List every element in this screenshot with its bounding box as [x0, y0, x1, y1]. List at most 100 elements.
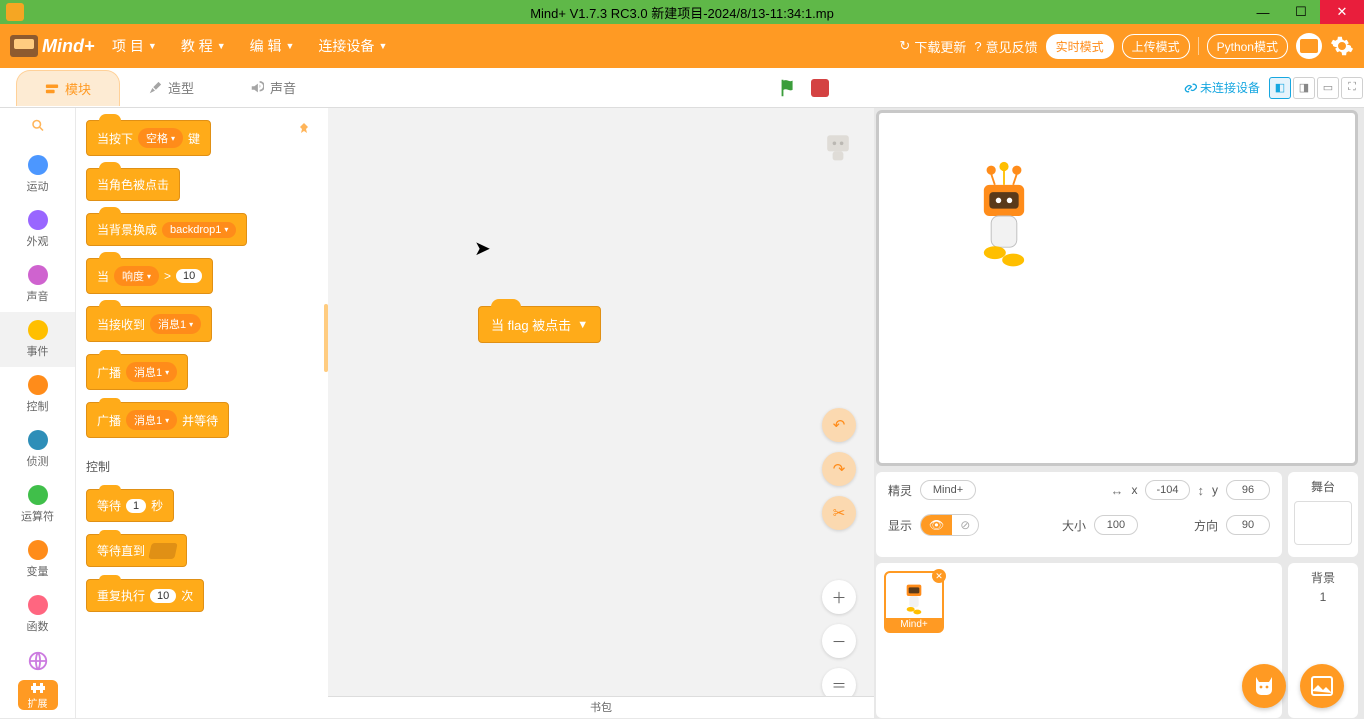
maximize-button[interactable]: ☐ — [1282, 0, 1320, 24]
category-functions[interactable]: 函数 — [0, 587, 75, 642]
events-dot-icon — [28, 320, 48, 340]
functions-dot-icon — [28, 595, 48, 615]
sprite-card[interactable]: ✕ Mind+ — [884, 571, 944, 633]
view-hide-stage[interactable]: ▭ — [1317, 77, 1339, 99]
category-events[interactable]: 事件 — [0, 312, 75, 367]
block-broadcast-wait[interactable]: 广播消息1▾并等待 — [86, 402, 229, 438]
category-sidebar: 运动 外观 声音 事件 控制 侦测 运算符 变量 函数 扩展 — [0, 108, 76, 718]
extension-icon — [30, 681, 46, 695]
block-wait[interactable]: 等待1秒 — [86, 489, 174, 522]
xy-icon: ↔ — [1110, 483, 1123, 498]
stage-sprite-icon — [967, 161, 1041, 271]
avatar-icon — [1300, 39, 1318, 53]
block-broadcast[interactable]: 广播消息1▾ — [86, 354, 188, 390]
category-looks[interactable]: 外观 — [0, 202, 75, 257]
close-button[interactable]: ✕ — [1320, 0, 1364, 24]
extensions-button[interactable]: 扩展 — [18, 680, 58, 710]
block-repeat[interactable]: 重复执行10次 — [86, 579, 204, 612]
zoom-in-button[interactable]: ＋ — [822, 580, 856, 614]
stage-selector[interactable]: 舞台 — [1288, 472, 1358, 557]
menu-edit[interactable]: 编 辑▼ — [238, 30, 307, 62]
right-column: 精灵 Mind+ ↔ x -104 ↕ y 96 显示 👁 ⊘ — [874, 108, 1364, 718]
add-sprite-button[interactable] — [1242, 664, 1286, 708]
green-flag-icon[interactable] — [777, 77, 799, 99]
sprite-name-input[interactable]: Mind+ — [920, 480, 976, 500]
refresh-icon: ↻ — [899, 38, 910, 54]
help-icon: ? — [974, 39, 981, 54]
cat-icon — [1252, 675, 1276, 697]
block-palette: 当按下空格▾键 当角色被点击 当背景换成backdrop1▾ 当响度▾>10 当… — [76, 108, 328, 718]
block-when-sprite-clicked[interactable]: 当角色被点击 — [86, 168, 180, 201]
control-dot-icon — [28, 375, 48, 395]
logo: Mind+ — [10, 31, 100, 61]
download-update-button[interactable]: ↻下载更新 — [899, 37, 966, 56]
link-icon — [1183, 81, 1197, 95]
section-label-control: 控制 — [86, 458, 318, 475]
tab-blocks[interactable]: 模块 — [16, 70, 120, 106]
size-input[interactable]: 100 — [1094, 515, 1138, 535]
eye-icon: 👁 — [921, 515, 952, 535]
workspace-block-when-flag-clicked[interactable]: 当 flag 被点击▼ — [478, 306, 601, 343]
stage[interactable] — [876, 110, 1358, 466]
image-icon — [1311, 676, 1333, 696]
search-icon[interactable] — [28, 118, 48, 133]
delete-sprite-icon[interactable]: ✕ — [932, 569, 946, 583]
block-wait-until[interactable]: 等待直到 — [86, 534, 187, 567]
workspace-watermark-icon — [820, 128, 856, 164]
y-icon: ↕ — [1198, 483, 1205, 498]
cursor-icon: ➤ — [474, 236, 491, 261]
user-avatar[interactable] — [1296, 33, 1322, 59]
mode-upload[interactable]: 上传模式 — [1122, 34, 1190, 59]
tabs-row: 模块 造型 声音 未连接设备 ◧ ◨ ▭ ⛶ — [0, 68, 1364, 108]
mode-python[interactable]: Python模式 — [1207, 34, 1288, 59]
settings-icon[interactable] — [1330, 34, 1354, 58]
view-fullscreen[interactable]: ⛶ — [1341, 77, 1363, 99]
looks-dot-icon — [28, 210, 48, 230]
direction-input[interactable]: 90 — [1226, 515, 1270, 535]
y-input[interactable]: 96 — [1226, 480, 1270, 500]
tab-costume[interactable]: 造型 — [120, 70, 222, 105]
menu-connect[interactable]: 连接设备▼ — [306, 30, 399, 62]
menu-project[interactable]: 项 目▼ — [100, 30, 169, 62]
operators-dot-icon — [28, 485, 48, 505]
cleanup-button[interactable]: ✂ — [822, 496, 856, 530]
category-sound[interactable]: 声音 — [0, 257, 75, 312]
workspace[interactable]: 当 flag 被点击▼ ➤ ↶ ↷ ✂ ＋ － ＝ 书包 — [328, 108, 874, 718]
backpack[interactable]: 书包 — [328, 696, 874, 718]
block-when-backdrop-switches[interactable]: 当背景换成backdrop1▾ — [86, 213, 247, 246]
tab-sound[interactable]: 声音 — [222, 70, 324, 105]
undo-button[interactable]: ↶ — [822, 408, 856, 442]
device-status[interactable]: 未连接设备 — [1183, 79, 1260, 96]
view-small-stage[interactable]: ◧ — [1269, 77, 1291, 99]
block-when-greater-than[interactable]: 当响度▾>10 — [86, 258, 213, 294]
sound-dot-icon — [28, 265, 48, 285]
mode-realtime[interactable]: 实时模式 — [1046, 34, 1114, 59]
sound-icon — [250, 81, 264, 95]
block-when-key-pressed[interactable]: 当按下空格▾键 — [86, 120, 211, 156]
category-motion[interactable]: 运动 — [0, 147, 75, 202]
minimize-button[interactable]: — — [1244, 0, 1282, 24]
category-control[interactable]: 控制 — [0, 367, 75, 422]
x-input[interactable]: -104 — [1145, 480, 1189, 500]
category-operators[interactable]: 运算符 — [0, 477, 75, 532]
sprite-properties: 精灵 Mind+ ↔ x -104 ↕ y 96 显示 👁 ⊘ — [876, 472, 1282, 557]
sprite-thumbnail-icon — [897, 576, 931, 616]
menu-tutorial[interactable]: 教 程▼ — [169, 30, 238, 62]
title-bar: Mind+ V1.7.3 RC3.0 新建项目-2024/8/13-11:34:… — [0, 0, 1364, 24]
zoom-out-button[interactable]: － — [822, 624, 856, 658]
visibility-toggle[interactable]: 👁 ⊘ — [920, 514, 979, 536]
feedback-button[interactable]: ?意见反馈 — [974, 37, 1037, 56]
sensing-dot-icon — [28, 430, 48, 450]
window-title: Mind+ V1.7.3 RC3.0 新建项目-2024/8/13-11:34:… — [0, 3, 1364, 22]
pin-icon[interactable] — [296, 122, 312, 138]
category-more[interactable] — [0, 642, 75, 680]
category-variables[interactable]: 变量 — [0, 532, 75, 587]
view-large-stage[interactable]: ◨ — [1293, 77, 1315, 99]
stop-icon[interactable] — [811, 79, 829, 97]
block-when-receive[interactable]: 当接收到消息1▾ — [86, 306, 212, 342]
redo-button[interactable]: ↷ — [822, 452, 856, 486]
sprite-card-label: Mind+ — [886, 618, 942, 631]
add-backdrop-button[interactable] — [1300, 664, 1344, 708]
category-sensing[interactable]: 侦测 — [0, 422, 75, 477]
motion-dot-icon — [28, 155, 48, 175]
